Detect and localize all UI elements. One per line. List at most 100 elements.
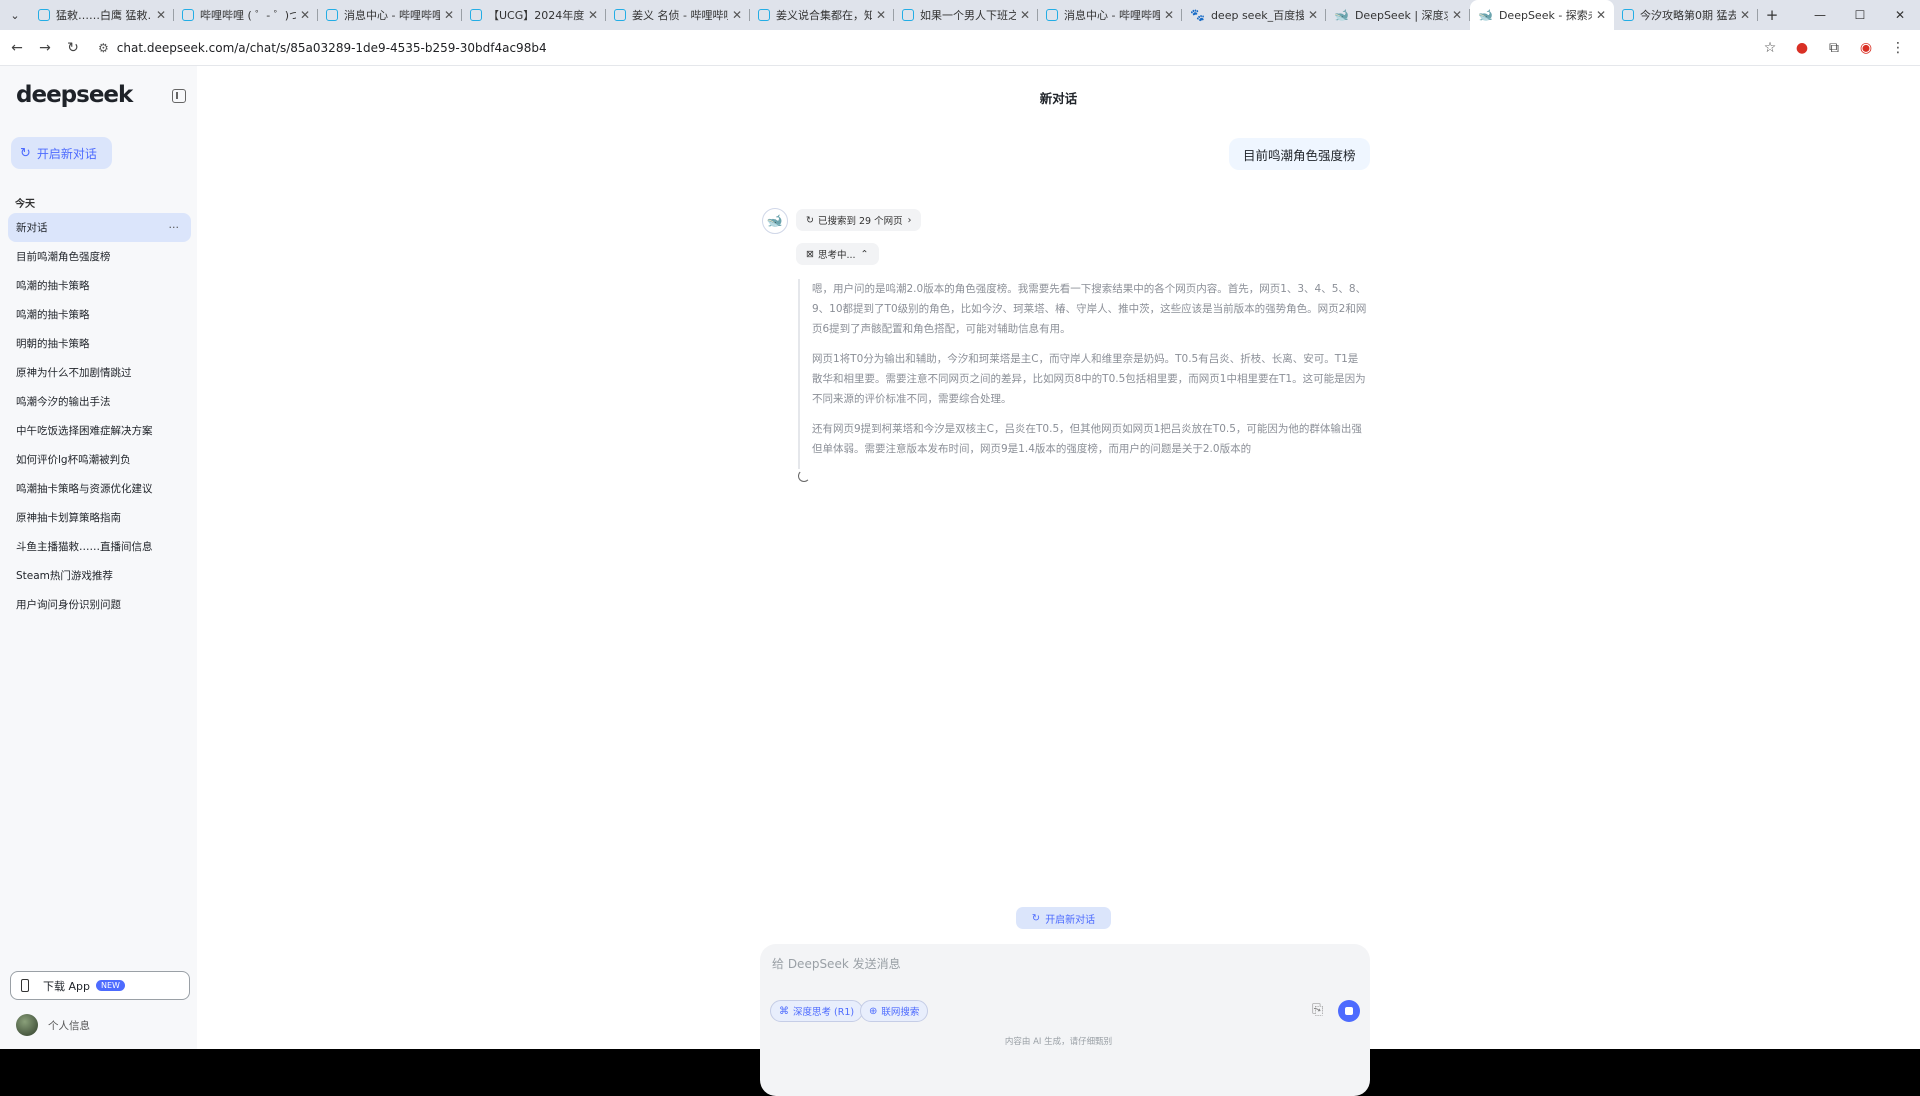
chat-history-label: 鸣潮的抽卡策略 xyxy=(16,280,90,292)
browser-tab[interactable]: 【UCG】2024年度十 ✕ xyxy=(462,0,606,30)
browser-toolbar: ← → ↻ ⚙ chat.deepseek.com/a/chat/s/85a03… xyxy=(0,30,1920,66)
tab-title: 消息中心 - 哔哩哔哩弹 xyxy=(1064,9,1160,22)
thinking-paragraph: 嗯，用户问的是鸣潮2.0版本的角色强度榜。我需要先看一下搜索结果中的各个网页内容… xyxy=(812,283,1367,335)
browser-tab[interactable]: 姜义 名侦 - 哔哩哔哩 (✕ xyxy=(606,0,750,30)
profile-button[interactable]: 个人信息 xyxy=(16,1014,90,1036)
new-chat-button[interactable]: ↻ 开启新对话 xyxy=(11,137,112,169)
search-results-toggle[interactable]: ↻ 已搜索到 29 个网页 › xyxy=(796,209,922,231)
close-tab-icon[interactable]: ✕ xyxy=(1596,8,1606,22)
browser-tab[interactable]: 🐋 DeepSeek | 深度求索 ✕ xyxy=(1326,0,1470,30)
chat-history-item[interactable]: 鸣潮的抽卡策略 xyxy=(8,271,191,300)
close-tab-icon[interactable]: ✕ xyxy=(444,8,454,22)
chat-history-item[interactable]: 鸣潮今汐的输出手法 xyxy=(8,387,191,416)
collapse-sidebar-icon[interactable] xyxy=(172,89,186,103)
stop-generation-button[interactable] xyxy=(1338,1000,1360,1022)
deepseek-logo: deepseek xyxy=(16,82,133,108)
browser-tab[interactable]: 消息中心 - 哔哩哔哩弹 ✕ xyxy=(318,0,462,30)
chat-history-label: 如何评价lg杯鸣潮被判负 xyxy=(16,454,131,466)
tab-active[interactable]: 🐋 DeepSeek - 探索未至 ✕ xyxy=(1470,0,1614,30)
address-bar[interactable]: ⚙ chat.deepseek.com/a/chat/s/85a03289-1d… xyxy=(98,34,1798,62)
browser-tab[interactable]: 哔哩哔哩 ( ゜- ゜)つロ ✕ xyxy=(174,0,318,30)
chat-history-item[interactable]: 斗鱼主播猫敕……直播间信息 xyxy=(8,532,191,561)
chat-history-label: 斗鱼主播猫敕……直播间信息 xyxy=(16,541,153,553)
web-search-label: 联网搜索 xyxy=(881,1007,920,1018)
deepseek-whale-icon: 🐋 xyxy=(762,208,788,234)
profile-avatar-icon[interactable]: ◉ xyxy=(1850,40,1882,56)
extensions-puzzle-icon[interactable]: ⧉ xyxy=(1818,40,1850,56)
reload-icon[interactable]: ↻ xyxy=(62,40,84,56)
thinking-toggle[interactable]: ⊠ 思考中... ⌃ xyxy=(796,243,879,265)
download-app-label: 下载 App xyxy=(43,979,90,993)
chat-history-item[interactable]: 目前鸣潮角色强度榜 xyxy=(8,242,191,271)
new-chat-floating-button[interactable]: ↻ 开启新对话 xyxy=(1016,907,1111,929)
thinking-paragraph: 网页1将T0分为输出和辅助，今汐和珂莱塔是主C，而守岸人和维里奈是奶妈。T0.5… xyxy=(812,353,1366,405)
browser-tab[interactable]: 🐾 deep seek_百度搜索 ✕ xyxy=(1182,0,1326,30)
close-tab-icon[interactable]: ✕ xyxy=(300,8,310,22)
forward-icon[interactable]: → xyxy=(34,40,56,56)
tab-title: deep seek_百度搜索 xyxy=(1210,9,1304,22)
site-info-icon[interactable]: ⚙ xyxy=(98,41,109,55)
tab-title: 哔哩哔哩 ( ゜- ゜)つロ xyxy=(200,9,296,22)
browser-menu-icon[interactable]: ⋮ xyxy=(1882,40,1914,56)
tab-title: 猛敕……白鹰 猛敕…… xyxy=(56,9,152,22)
tv-icon xyxy=(1046,9,1058,21)
tab-search-icon[interactable]: ⌄ xyxy=(0,0,30,30)
chevron-right-icon: › xyxy=(907,214,912,226)
tab-title: DeepSeek - 探索未至 xyxy=(1498,9,1592,22)
paw-icon: 🐾 xyxy=(1190,8,1205,22)
chat-history-item[interactable]: 原神为什么不加剧情跳过 xyxy=(8,358,191,387)
tab-title: 如果一个男人下班之后 xyxy=(920,9,1016,22)
close-tab-icon[interactable]: ✕ xyxy=(1452,8,1462,22)
chat-history-item[interactable]: 鸣潮的抽卡策略 xyxy=(8,300,191,329)
deepseek-icon: 🐋 xyxy=(1334,8,1349,22)
browser-tab[interactable]: 如果一个男人下班之后 ✕ xyxy=(894,0,1038,30)
close-tab-icon[interactable]: ✕ xyxy=(156,8,166,22)
tv-icon xyxy=(326,9,338,21)
history-section-label: 今天 xyxy=(15,199,35,210)
chat-history-item[interactable]: 如何评价lg杯鸣潮被判负 xyxy=(8,445,191,474)
browser-tab[interactable]: 今汐攻略第0期 猛去！ ✕ xyxy=(1614,0,1758,30)
close-tab-icon[interactable]: ✕ xyxy=(1740,8,1750,22)
thinking-paragraph: 还有网页9提到柯莱塔和今汐是双核主C，吕炎在T0.5，但其他网页如网页1把吕炎放… xyxy=(812,423,1362,455)
close-tab-icon[interactable]: ✕ xyxy=(732,8,742,22)
minimize-icon[interactable]: — xyxy=(1800,0,1840,30)
message-input[interactable]: 给 DeepSeek 发送消息 xyxy=(772,955,901,972)
close-window-icon[interactable]: ✕ xyxy=(1880,0,1920,30)
conversation-title: 新对话 xyxy=(1039,91,1078,106)
more-options-icon[interactable]: ··· xyxy=(169,221,180,234)
deep-think-toggle[interactable]: ⌘ 深度思考 (R1) xyxy=(770,1000,864,1022)
maximize-icon[interactable]: ☐ xyxy=(1840,0,1880,30)
tv-icon xyxy=(902,9,914,21)
browser-tab[interactable]: 猛敕……白鹰 猛敕…… ✕ xyxy=(30,0,174,30)
browser-tab[interactable]: 消息中心 - 哔哩哔哩弹 ✕ xyxy=(1038,0,1182,30)
chat-history-label: 原神抽卡划算策略指南 xyxy=(16,512,121,524)
close-tab-icon[interactable]: ✕ xyxy=(1164,8,1174,22)
browser-tab[interactable]: 姜义说合集都在，知乎 ✕ xyxy=(750,0,894,30)
chat-history-item[interactable]: Steam热门游戏推荐 xyxy=(8,561,191,590)
chat-history-item[interactable]: 鸣潮抽卡策略与资源优化建议 xyxy=(8,474,191,503)
download-app-button[interactable]: 下载 App NEW xyxy=(10,971,190,1000)
web-search-toggle[interactable]: ⊕ 联网搜索 xyxy=(860,1000,929,1022)
extension-red-icon[interactable]: ● xyxy=(1786,40,1818,56)
chat-history-label: 鸣潮的抽卡策略 xyxy=(16,309,90,321)
deep-think-icon: ⌘ xyxy=(779,1005,789,1017)
chat-history-item[interactable]: 原神抽卡划算策略指南 xyxy=(8,503,191,532)
tv-icon xyxy=(1622,9,1634,21)
back-icon[interactable]: ← xyxy=(6,40,28,56)
new-chat-icon: ↻ xyxy=(1031,912,1041,924)
close-tab-icon[interactable]: ✕ xyxy=(1308,8,1318,22)
close-tab-icon[interactable]: ✕ xyxy=(1020,8,1030,22)
toolbar-actions: ☆ ● ⧉ ◉ ⋮ xyxy=(1754,30,1914,66)
new-tab-button[interactable]: + xyxy=(1758,6,1786,24)
chat-history-item[interactable]: 中午吃饭选择困难症解决方案 xyxy=(8,416,191,445)
close-tab-icon[interactable]: ✕ xyxy=(588,8,598,22)
tv-icon xyxy=(470,9,482,21)
chat-history-label: 新对话 xyxy=(16,222,48,234)
bookmark-star-icon[interactable]: ☆ xyxy=(1754,40,1786,56)
message-composer: 给 DeepSeek 发送消息 ⌘ 深度思考 (R1) ⊕ 联网搜索 ⎘ xyxy=(760,944,1370,1096)
chat-history-item[interactable]: 新对话 ··· xyxy=(8,213,191,242)
close-tab-icon[interactable]: ✕ xyxy=(876,8,886,22)
attach-file-icon[interactable]: ⎘ xyxy=(1312,1002,1323,1018)
chat-history-item[interactable]: 明朝的抽卡策略 xyxy=(8,329,191,358)
chat-history-item[interactable]: 用户询问身份识别问题 xyxy=(8,590,191,619)
